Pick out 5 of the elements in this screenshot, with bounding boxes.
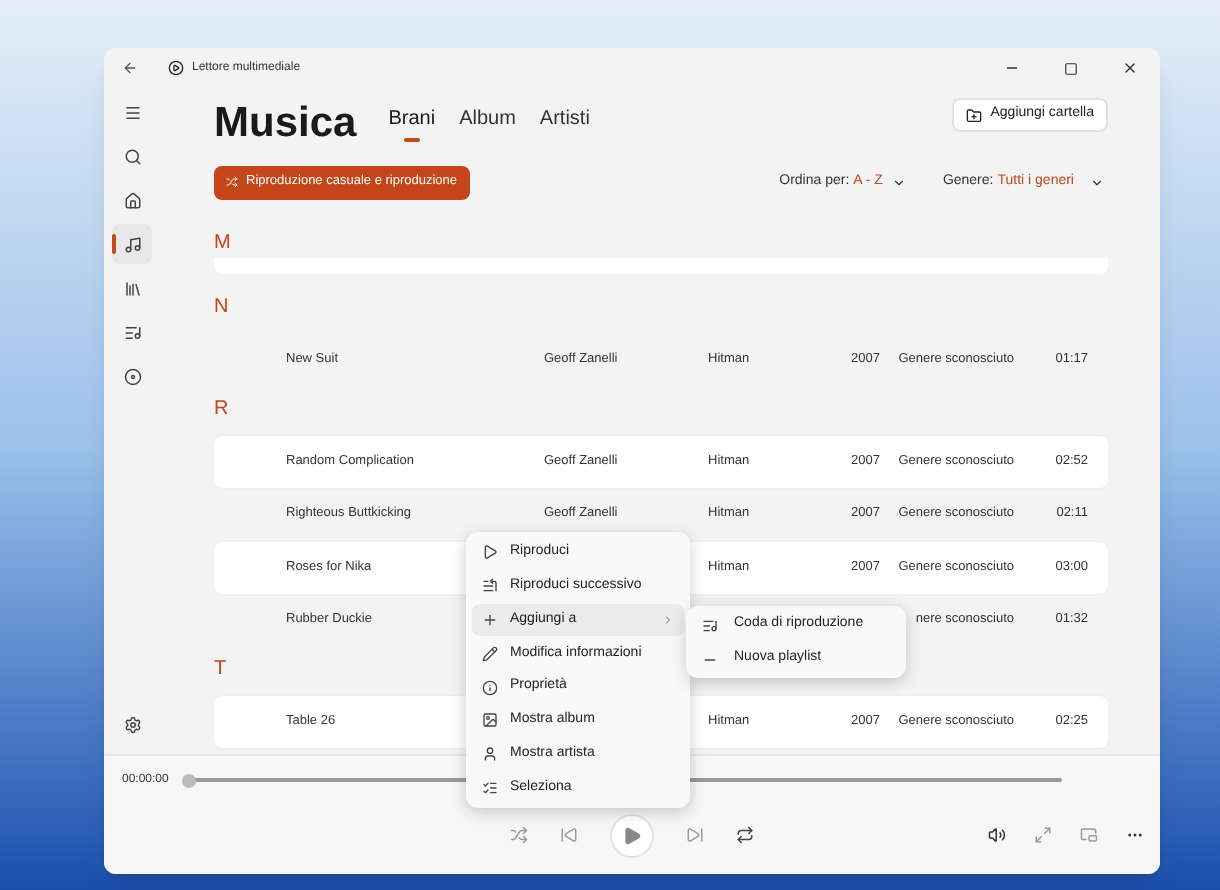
section-letter: T bbox=[214, 657, 227, 683]
page-title: Musica bbox=[214, 102, 357, 144]
section-letter: M bbox=[214, 232, 231, 258]
section-letter: R bbox=[214, 397, 229, 423]
section-letter: N bbox=[214, 296, 229, 322]
